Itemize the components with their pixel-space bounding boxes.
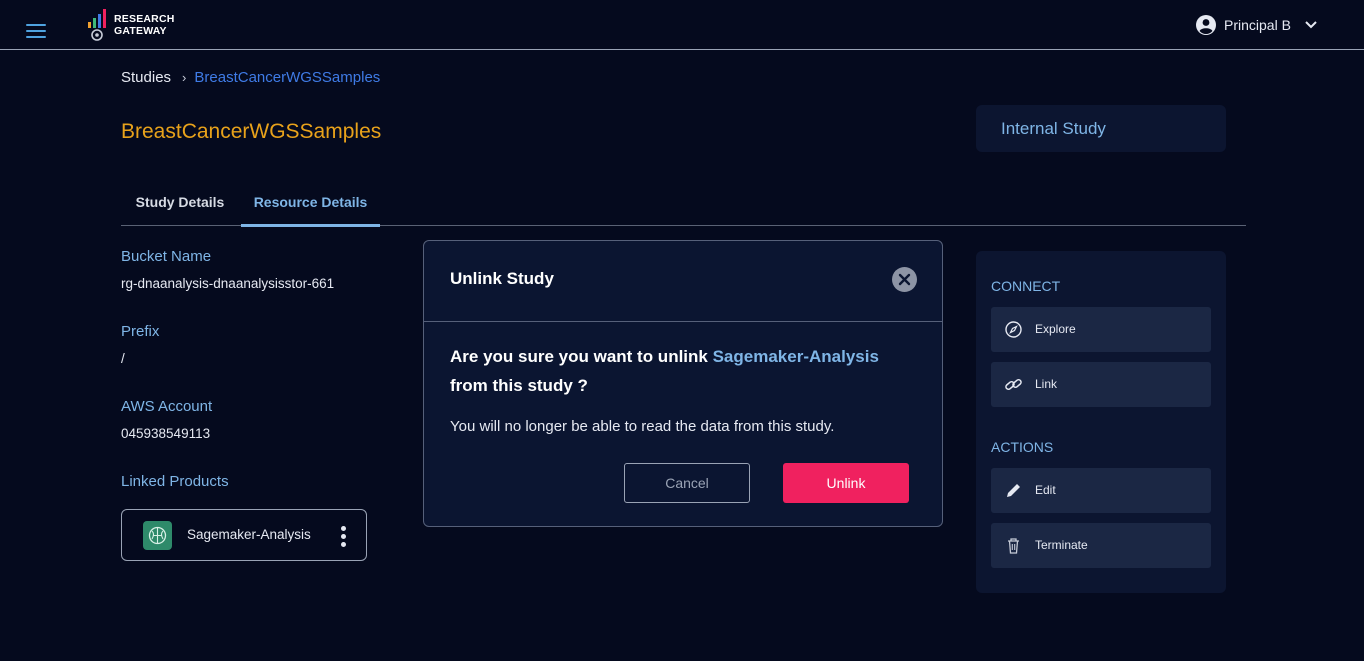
question-prefix: Are you sure you want to unlink — [450, 347, 713, 366]
prefix-value: / — [121, 351, 125, 366]
aws-account-value: 045938549113 — [121, 426, 211, 441]
hamburger-menu-icon[interactable] — [26, 24, 46, 38]
explore-label: Explore — [1035, 322, 1076, 336]
tab-study-details[interactable]: Study Details — [121, 185, 239, 225]
breadcrumb-separator-icon: › — [182, 70, 187, 85]
question-suffix: from this study ? — [450, 376, 588, 395]
logo-line-1: RESEARCH — [114, 13, 175, 25]
more-options-icon[interactable] — [338, 526, 348, 548]
page-title: BreastCancerWGSSamples — [121, 120, 382, 143]
bucket-name-value: rg-dnaanalysis-dnaanalysisstor-661 — [121, 276, 335, 291]
trash-icon — [1008, 538, 1019, 554]
terminate-button[interactable]: Terminate — [991, 523, 1211, 568]
logo-line-2: GATEWAY — [114, 25, 167, 37]
tab-bar: Study Details Resource Details — [121, 185, 1246, 227]
close-icon[interactable] — [892, 267, 917, 292]
study-type-card: Internal Study — [976, 105, 1226, 152]
link-icon — [1005, 378, 1022, 391]
terminate-label: Terminate — [1035, 538, 1088, 552]
question-product-name: Sagemaker-Analysis — [712, 347, 879, 366]
top-bar: RESEARCH GATEWAY Principal B — [0, 0, 1364, 50]
dialog-note: You will no longer be able to read the d… — [450, 418, 835, 435]
actions-heading: ACTIONS — [991, 439, 1054, 455]
tab-resource-details[interactable]: Resource Details — [241, 185, 380, 227]
explore-button[interactable]: Explore — [991, 307, 1211, 352]
side-panel: CONNECT Explore Link ACTIONS Edit Termin… — [976, 251, 1226, 593]
chevron-down-icon[interactable] — [1305, 21, 1317, 29]
logo-bars-icon — [88, 9, 106, 41]
pencil-icon — [1007, 484, 1020, 497]
linked-product-name: Sagemaker-Analysis — [187, 527, 311, 542]
breadcrumb-studies-link[interactable]: Studies — [121, 69, 171, 86]
edit-label: Edit — [1035, 483, 1056, 497]
link-label: Link — [1035, 377, 1058, 391]
dialog-title: Unlink Study — [450, 269, 554, 288]
prefix-label: Prefix — [121, 323, 160, 340]
tab-study-details-label: Study Details — [135, 194, 225, 210]
user-name: Principal B — [1224, 17, 1291, 33]
user-menu[interactable]: Principal B — [1196, 13, 1317, 37]
logo-text: RESEARCH GATEWAY — [114, 13, 175, 37]
active-tab-indicator — [241, 224, 380, 227]
bucket-name-label: Bucket Name — [121, 248, 212, 265]
breadcrumb-current-study[interactable]: BreastCancerWGSSamples — [194, 69, 380, 86]
cancel-button[interactable]: Cancel — [624, 463, 750, 503]
link-button[interactable]: Link — [991, 362, 1211, 407]
tab-resource-details-label: Resource Details — [253, 194, 368, 210]
connect-heading: CONNECT — [991, 278, 1061, 294]
study-type-label: Internal Study — [1001, 119, 1106, 138]
research-gateway-logo[interactable]: RESEARCH GATEWAY — [86, 8, 186, 42]
linked-products-label: Linked Products — [121, 473, 229, 490]
edit-button[interactable]: Edit — [991, 468, 1211, 513]
sagemaker-brain-icon — [143, 521, 172, 550]
linked-product-card[interactable]: Sagemaker-Analysis — [121, 509, 367, 561]
dialog-question: Are you sure you want to unlink Sagemake… — [450, 342, 920, 400]
unlink-button[interactable]: Unlink — [783, 463, 909, 503]
aws-account-label: AWS Account — [121, 398, 213, 415]
compass-icon — [1005, 321, 1022, 338]
dialog-divider — [424, 321, 942, 322]
unlink-study-dialog: Unlink Study Are you sure you want to un… — [423, 240, 943, 527]
breadcrumb: Studies › BreastCancerWGSSamples — [121, 69, 380, 86]
account-circle-icon — [1196, 15, 1216, 35]
